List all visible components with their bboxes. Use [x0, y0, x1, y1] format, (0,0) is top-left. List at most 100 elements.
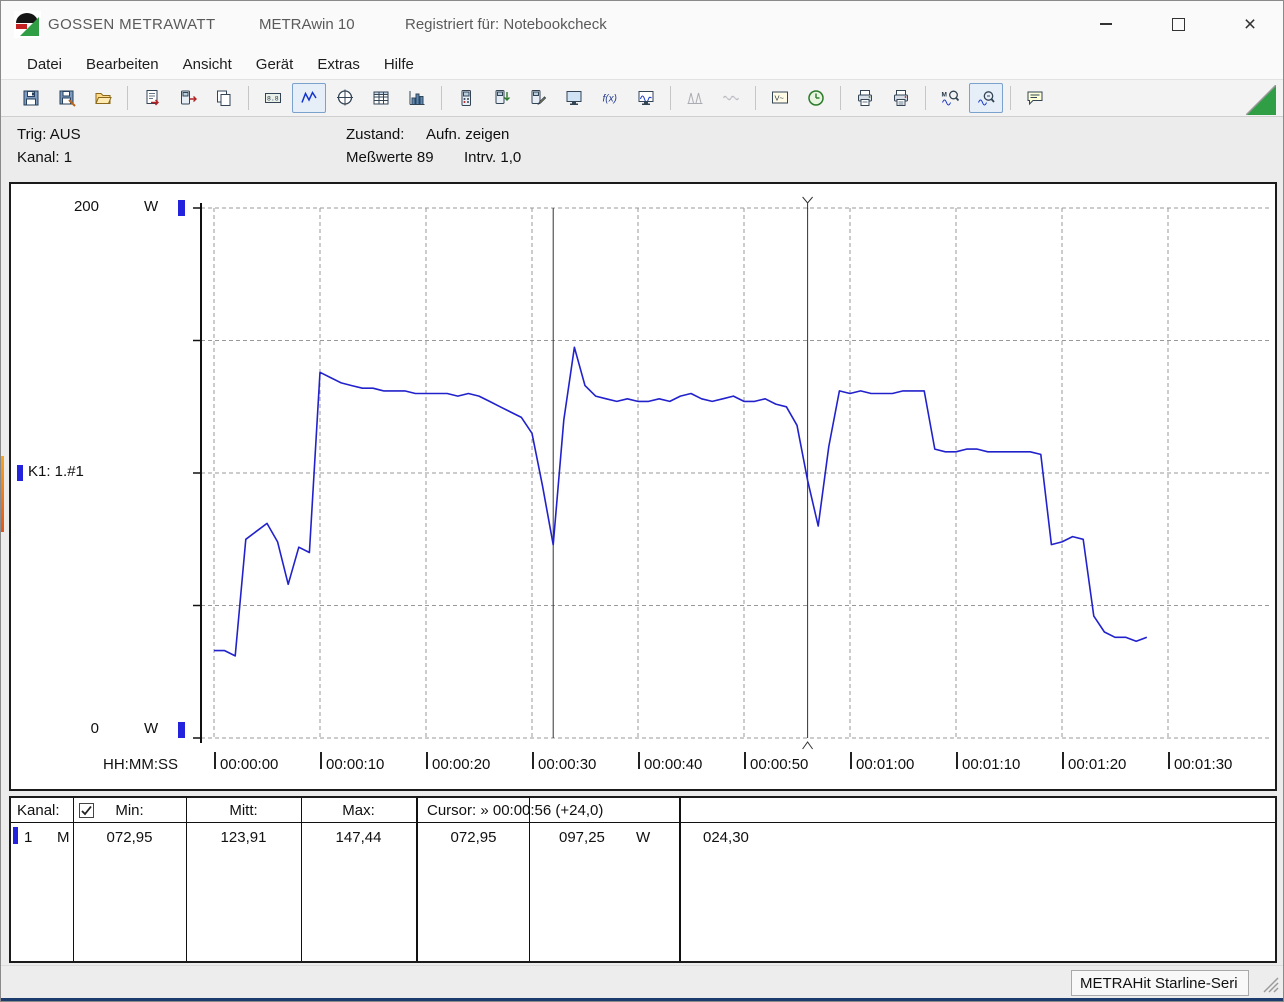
menu-item-datei[interactable]: Datei: [15, 52, 74, 77]
function-fx-button[interactable]: f(x): [593, 83, 627, 113]
channel-color-marker: [17, 465, 23, 481]
print-button[interactable]: [848, 83, 882, 113]
device-read-button[interactable]: [449, 83, 483, 113]
comment-icon: [1026, 89, 1044, 107]
monitor-wave-button[interactable]: [629, 83, 663, 113]
close-button[interactable]: ×: [1227, 1, 1273, 47]
menu-bar: DateiBearbeitenAnsichtGerätExtrasHilfe: [1, 49, 1283, 79]
x-tick-label: 00:00:20: [432, 756, 490, 773]
table-divider: [416, 798, 418, 961]
chart-view-button[interactable]: [292, 83, 326, 113]
print-options-button[interactable]: [884, 83, 918, 113]
axis-range-marker-top: [178, 200, 185, 216]
x-tick-label: 00:01:00: [856, 756, 914, 773]
column-header-max: Max:: [301, 802, 416, 819]
scope-crosshair-view-icon: [336, 89, 354, 107]
axis-range-marker-bottom: [178, 722, 185, 738]
envelope-view-button[interactable]: [714, 83, 748, 113]
device-download-icon: [493, 89, 511, 107]
timer-button[interactable]: [799, 83, 833, 113]
x-tick: [532, 752, 534, 769]
value-annotation-icon: V~: [771, 89, 789, 107]
recording-info-bar: Trig: AUS Kanal: 1 Zustand: Aufn. zeigen…: [1, 118, 1283, 181]
device-config-icon: [529, 89, 547, 107]
x-tick-label: 00:00:40: [644, 756, 702, 773]
envelope-view-icon: [722, 89, 740, 107]
open-file-icon: [94, 89, 112, 107]
export-page-button[interactable]: [135, 83, 169, 113]
status-bar: METRAHit Starline-Seri: [1, 965, 1283, 1001]
column-header-kanal: Kanal:: [17, 802, 60, 819]
y-axis-max-label: 200: [61, 198, 99, 215]
table-divider: [529, 798, 530, 961]
export-device-button[interactable]: [171, 83, 205, 113]
table-divider: [73, 798, 74, 961]
x-tick-label: 00:00:30: [538, 756, 596, 773]
x-tick-label: 00:01:20: [1068, 756, 1126, 773]
function-fx-icon: f(x): [601, 89, 619, 107]
copy-data-icon: [215, 89, 233, 107]
toolbar-separator: [248, 86, 249, 110]
chart-plot-area[interactable]: [191, 196, 1271, 752]
menu-item-gert[interactable]: Gerät: [244, 52, 306, 77]
print-options-icon: [892, 89, 910, 107]
dual-channel-icon: [686, 89, 704, 107]
menu-item-hilfe[interactable]: Hilfe: [372, 52, 426, 77]
x-tick: [426, 752, 428, 769]
toolbar-buttons: 8.8.8 f(x) V~ M: [13, 83, 1053, 113]
x-tick: [1168, 752, 1170, 769]
resize-grip[interactable]: [1260, 974, 1280, 994]
menu-item-bearbeiten[interactable]: Bearbeiten: [74, 52, 171, 77]
monitor-view-button[interactable]: [557, 83, 591, 113]
x-tick-label: 00:00:10: [326, 756, 384, 773]
zoom-in-icon: [977, 89, 995, 107]
toolbar-separator: [670, 86, 671, 110]
display-values-view-icon: 8.8.8: [264, 89, 282, 107]
zoom-in-button[interactable]: [969, 83, 1003, 113]
channel-status: Kanal: 1: [17, 149, 72, 166]
state-value: Aufn. zeigen: [426, 126, 509, 143]
scope-crosshair-view-button[interactable]: [328, 83, 362, 113]
brand-title: GOSSEN METRAWATT: [48, 16, 216, 33]
save-as-button[interactable]: [50, 83, 84, 113]
device-download-button[interactable]: [485, 83, 519, 113]
menu-item-ansicht[interactable]: Ansicht: [171, 52, 244, 77]
table-divider: [301, 798, 302, 961]
table-view-button[interactable]: [364, 83, 398, 113]
x-tick-label: 00:00:00: [220, 756, 278, 773]
zoom-mode-icon: M: [941, 89, 959, 107]
readout-table: Kanal: Min: Mitt: Max: Cursor: » 00:00:5…: [9, 796, 1277, 963]
row-channel: 1: [24, 829, 32, 846]
monitor-view-icon: [565, 89, 583, 107]
device-config-button[interactable]: [521, 83, 555, 113]
maximize-button[interactable]: [1155, 1, 1201, 47]
x-tick: [320, 752, 322, 769]
save-icon: [22, 89, 40, 107]
close-icon: ×: [1244, 14, 1256, 35]
toolbar-separator: [925, 86, 926, 110]
comment-button[interactable]: [1018, 83, 1052, 113]
menu-item-extras[interactable]: Extras: [305, 52, 372, 77]
minimize-button[interactable]: [1083, 1, 1129, 47]
x-tick: [850, 752, 852, 769]
value-annotation-button[interactable]: V~: [763, 83, 797, 113]
histogram-view-button[interactable]: [400, 83, 434, 113]
dual-channel-button[interactable]: [678, 83, 712, 113]
gossen-metrawatt-logo-icon: [14, 11, 41, 38]
zoom-mode-button[interactable]: M: [933, 83, 967, 113]
svg-text:f(x): f(x): [603, 94, 617, 105]
row-cursor1-value: 072,95: [418, 829, 529, 846]
save-button[interactable]: [14, 83, 48, 113]
y-axis-unit-bottom: W: [144, 720, 158, 737]
open-file-button[interactable]: [86, 83, 120, 113]
row-cursor2-value: 097,25: [559, 829, 605, 846]
maximize-icon: [1172, 18, 1185, 31]
column-header-mitt: Mitt:: [186, 802, 301, 819]
display-values-view-button[interactable]: 8.8.8: [256, 83, 290, 113]
histogram-view-icon: [408, 89, 426, 107]
toolbar-separator: [840, 86, 841, 110]
table-header-divider: [11, 822, 1275, 823]
row-min-value: 072,95: [73, 829, 186, 846]
x-tick: [744, 752, 746, 769]
copy-data-button[interactable]: [207, 83, 241, 113]
